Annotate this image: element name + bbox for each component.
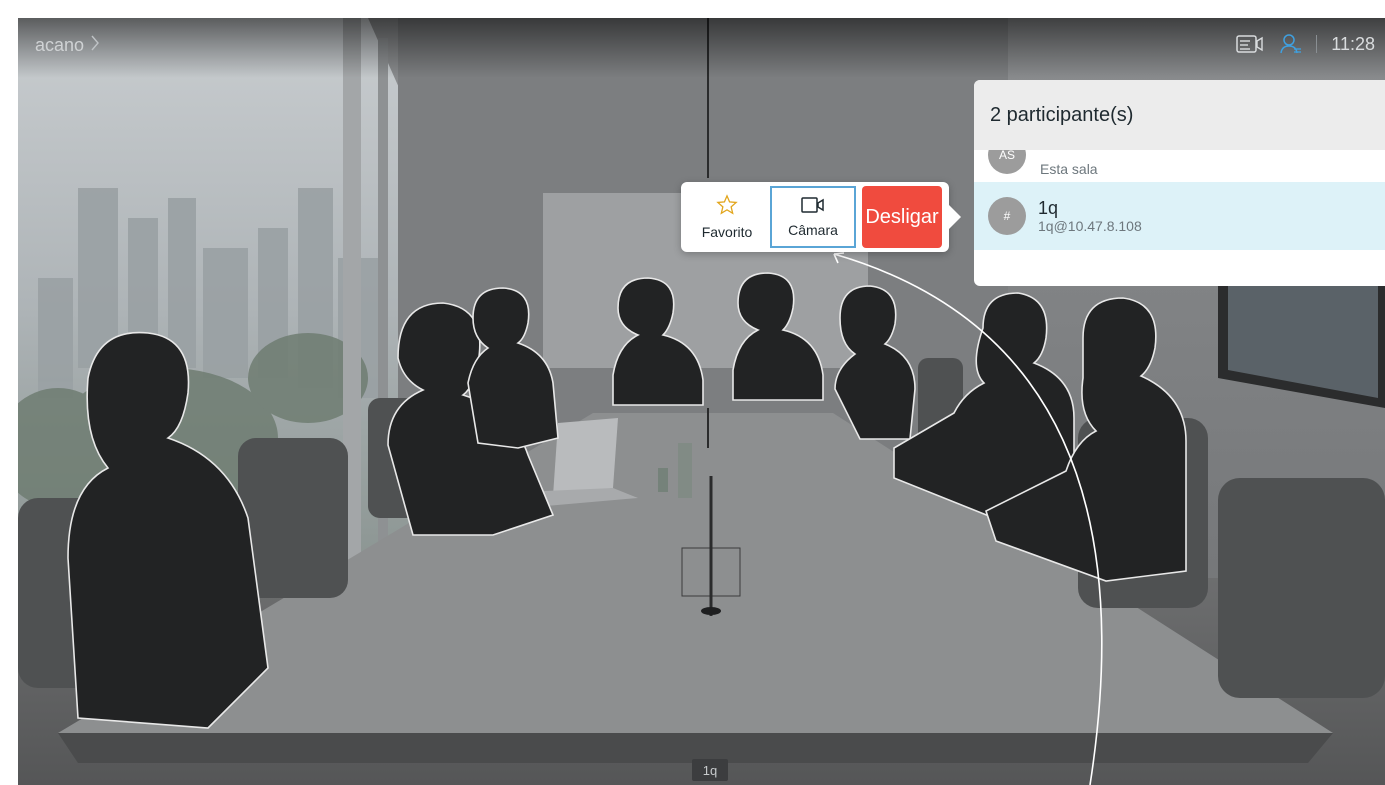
layout-switch-icon[interactable] <box>1236 34 1264 54</box>
camera-button[interactable]: Câmara <box>770 186 856 248</box>
participants-panel: 2 participante(s) AS Esta sala # 1q 1q@1… <box>974 80 1385 286</box>
hangup-label: Desligar <box>865 205 939 228</box>
favorite-button[interactable]: Favorito <box>684 186 770 248</box>
star-icon <box>716 194 738 219</box>
participant-subtitle: Esta sala <box>1040 161 1098 177</box>
camera-label: Câmara <box>788 222 838 238</box>
breadcrumb-label: acano <box>35 35 85 55</box>
breadcrumb[interactable]: acano <box>35 34 100 57</box>
status-divider <box>1316 35 1318 53</box>
avatar-initials: # <box>1003 209 1011 223</box>
video-name-tag: 1q <box>692 759 728 781</box>
name-tag-label: 1q <box>702 762 718 778</box>
participants-count: 2 participante(s) <box>974 80 1385 150</box>
participant-row-1q[interactable]: # 1q 1q@10.47.8.108 <box>974 182 1385 250</box>
avatar-initials: AS <box>998 150 1015 162</box>
participant-name: 1q <box>1038 197 1059 218</box>
participant-row-this-room[interactable]: AS Esta sala <box>974 150 1385 182</box>
top-bar <box>18 18 1385 78</box>
avatar: AS <box>988 150 1026 174</box>
favorite-label: Favorito <box>701 224 753 240</box>
participant-actions-popover: Favorito Câmara Desligar <box>681 182 961 252</box>
participant-address: 1q@10.47.8.108 <box>1038 217 1142 234</box>
participant-info: 1q 1q@10.47.8.108 <box>1038 198 1142 235</box>
chevron-right-icon <box>90 34 100 57</box>
camera-icon <box>801 196 825 217</box>
status-bar: 11:28 <box>1236 32 1375 56</box>
video-screen: acano 11:28 Favorito Câmara Desligar 2 p… <box>18 18 1385 785</box>
participants-header: 2 participante(s) <box>990 103 1134 126</box>
avatar: # <box>988 197 1026 235</box>
participants-icon[interactable] <box>1278 32 1302 56</box>
clock: 11:28 <box>1331 33 1375 54</box>
hangup-button[interactable]: Desligar <box>862 186 942 248</box>
participant-info: Esta sala <box>1040 161 1098 178</box>
